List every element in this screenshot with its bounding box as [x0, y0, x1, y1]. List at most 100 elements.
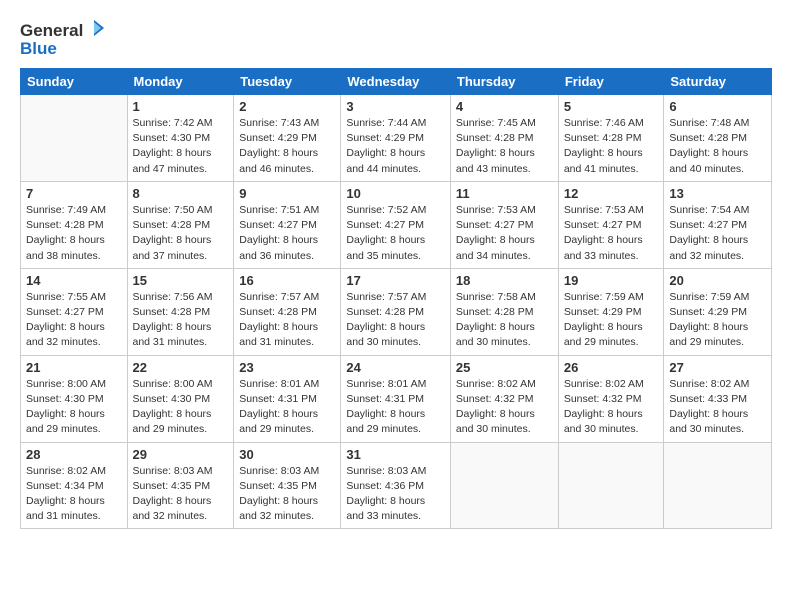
logo: General Blue: [20, 18, 110, 60]
day-number: 15: [133, 273, 229, 288]
day-number: 6: [669, 99, 766, 114]
calendar-day-cell: 5 Sunrise: 7:46 AM Sunset: 4:28 PM Daylig…: [558, 95, 664, 182]
day-info: Sunrise: 8:03 AM Sunset: 4:35 PM Dayligh…: [133, 464, 229, 525]
calendar-day-cell: 26 Sunrise: 8:02 AM Sunset: 4:32 PM Dayli…: [558, 355, 664, 442]
day-number: 18: [456, 273, 553, 288]
svg-text:General: General: [20, 21, 83, 40]
day-number: 17: [346, 273, 445, 288]
day-number: 20: [669, 273, 766, 288]
day-number: 22: [133, 360, 229, 375]
calendar-day-cell: 24 Sunrise: 8:01 AM Sunset: 4:31 PM Dayli…: [341, 355, 451, 442]
calendar-day-cell: 2 Sunrise: 7:43 AM Sunset: 4:29 PM Daylig…: [234, 95, 341, 182]
calendar-day-cell: 7 Sunrise: 7:49 AM Sunset: 4:28 PM Daylig…: [21, 181, 128, 268]
calendar-day-cell: 29 Sunrise: 8:03 AM Sunset: 4:35 PM Dayli…: [127, 442, 234, 529]
calendar-day-cell: 23 Sunrise: 8:01 AM Sunset: 4:31 PM Dayli…: [234, 355, 341, 442]
day-info: Sunrise: 8:01 AM Sunset: 4:31 PM Dayligh…: [239, 377, 335, 438]
calendar-day-cell: 30 Sunrise: 8:03 AM Sunset: 4:35 PM Dayli…: [234, 442, 341, 529]
calendar-day-cell: 21 Sunrise: 8:00 AM Sunset: 4:30 PM Dayli…: [21, 355, 128, 442]
day-number: 24: [346, 360, 445, 375]
day-info: Sunrise: 7:57 AM Sunset: 4:28 PM Dayligh…: [346, 290, 445, 351]
weekday-header: Wednesday: [341, 69, 451, 95]
day-number: 1: [133, 99, 229, 114]
calendar-day-cell: 11 Sunrise: 7:53 AM Sunset: 4:27 PM Dayli…: [450, 181, 558, 268]
calendar-day-cell: [450, 442, 558, 529]
day-info: Sunrise: 7:55 AM Sunset: 4:27 PM Dayligh…: [26, 290, 122, 351]
calendar-day-cell: 31Sunrise: 8:03 AM Sunset: 4:36 PM Dayli…: [341, 442, 451, 529]
calendar-week-row: 21 Sunrise: 8:00 AM Sunset: 4:30 PM Dayli…: [21, 355, 772, 442]
day-info: Sunrise: 8:01 AM Sunset: 4:31 PM Dayligh…: [346, 377, 445, 438]
day-number: 9: [239, 186, 335, 201]
day-info: Sunrise: 8:00 AM Sunset: 4:30 PM Dayligh…: [133, 377, 229, 438]
day-number: 5: [564, 99, 659, 114]
day-number: 29: [133, 447, 229, 462]
day-info: Sunrise: 7:53 AM Sunset: 4:27 PM Dayligh…: [564, 203, 659, 264]
calendar-week-row: 1 Sunrise: 7:42 AM Sunset: 4:30 PM Daylig…: [21, 95, 772, 182]
day-info: Sunrise: 7:43 AM Sunset: 4:29 PM Dayligh…: [239, 116, 335, 177]
calendar-day-cell: [21, 95, 128, 182]
calendar-day-cell: 13Sunrise: 7:54 AM Sunset: 4:27 PM Dayli…: [664, 181, 772, 268]
day-info: Sunrise: 7:53 AM Sunset: 4:27 PM Dayligh…: [456, 203, 553, 264]
calendar-day-cell: 25 Sunrise: 8:02 AM Sunset: 4:32 PM Dayli…: [450, 355, 558, 442]
day-number: 31: [346, 447, 445, 462]
day-info: Sunrise: 7:51 AM Sunset: 4:27 PM Dayligh…: [239, 203, 335, 264]
day-number: 27: [669, 360, 766, 375]
day-number: 12: [564, 186, 659, 201]
day-info: Sunrise: 7:50 AM Sunset: 4:28 PM Dayligh…: [133, 203, 229, 264]
calendar-day-cell: 15 Sunrise: 7:56 AM Sunset: 4:28 PM Dayli…: [127, 268, 234, 355]
calendar-day-cell: 10Sunrise: 7:52 AM Sunset: 4:27 PM Dayli…: [341, 181, 451, 268]
day-info: Sunrise: 8:03 AM Sunset: 4:35 PM Dayligh…: [239, 464, 335, 525]
day-info: Sunrise: 8:02 AM Sunset: 4:32 PM Dayligh…: [564, 377, 659, 438]
day-number: 4: [456, 99, 553, 114]
day-number: 21: [26, 360, 122, 375]
day-info: Sunrise: 7:49 AM Sunset: 4:28 PM Dayligh…: [26, 203, 122, 264]
calendar-day-cell: 6 Sunrise: 7:48 AM Sunset: 4:28 PM Daylig…: [664, 95, 772, 182]
calendar-day-cell: 22 Sunrise: 8:00 AM Sunset: 4:30 PM Dayli…: [127, 355, 234, 442]
calendar-day-cell: 19Sunrise: 7:59 AM Sunset: 4:29 PM Dayli…: [558, 268, 664, 355]
svg-text:Blue: Blue: [20, 39, 57, 58]
day-number: 13: [669, 186, 766, 201]
weekday-header: Friday: [558, 69, 664, 95]
day-number: 16: [239, 273, 335, 288]
calendar-day-cell: 14 Sunrise: 7:55 AM Sunset: 4:27 PM Dayli…: [21, 268, 128, 355]
day-info: Sunrise: 7:59 AM Sunset: 4:29 PM Dayligh…: [564, 290, 659, 351]
weekday-header: Tuesday: [234, 69, 341, 95]
day-info: Sunrise: 7:46 AM Sunset: 4:28 PM Dayligh…: [564, 116, 659, 177]
calendar-header-row: SundayMondayTuesdayWednesdayThursdayFrid…: [21, 69, 772, 95]
day-number: 11: [456, 186, 553, 201]
page-header: General Blue: [20, 18, 772, 60]
calendar-day-cell: 3Sunrise: 7:44 AM Sunset: 4:29 PM Daylig…: [341, 95, 451, 182]
calendar-day-cell: 8 Sunrise: 7:50 AM Sunset: 4:28 PM Daylig…: [127, 181, 234, 268]
day-info: Sunrise: 7:56 AM Sunset: 4:28 PM Dayligh…: [133, 290, 229, 351]
calendar-day-cell: 27 Sunrise: 8:02 AM Sunset: 4:33 PM Dayli…: [664, 355, 772, 442]
day-number: 30: [239, 447, 335, 462]
calendar-day-cell: 12 Sunrise: 7:53 AM Sunset: 4:27 PM Dayli…: [558, 181, 664, 268]
calendar-day-cell: 4 Sunrise: 7:45 AM Sunset: 4:28 PM Daylig…: [450, 95, 558, 182]
day-info: Sunrise: 7:48 AM Sunset: 4:28 PM Dayligh…: [669, 116, 766, 177]
day-info: Sunrise: 7:45 AM Sunset: 4:28 PM Dayligh…: [456, 116, 553, 177]
day-number: 14: [26, 273, 122, 288]
calendar-day-cell: 1 Sunrise: 7:42 AM Sunset: 4:30 PM Daylig…: [127, 95, 234, 182]
day-number: 26: [564, 360, 659, 375]
calendar-table: SundayMondayTuesdayWednesdayThursdayFrid…: [20, 68, 772, 529]
calendar-week-row: 14 Sunrise: 7:55 AM Sunset: 4:27 PM Dayli…: [21, 268, 772, 355]
calendar-week-row: 7 Sunrise: 7:49 AM Sunset: 4:28 PM Daylig…: [21, 181, 772, 268]
day-number: 28: [26, 447, 122, 462]
day-number: 2: [239, 99, 335, 114]
weekday-header: Monday: [127, 69, 234, 95]
day-number: 23: [239, 360, 335, 375]
calendar-day-cell: [558, 442, 664, 529]
day-info: Sunrise: 8:02 AM Sunset: 4:34 PM Dayligh…: [26, 464, 122, 525]
calendar-day-cell: 28 Sunrise: 8:02 AM Sunset: 4:34 PM Dayli…: [21, 442, 128, 529]
day-number: 8: [133, 186, 229, 201]
day-info: Sunrise: 8:02 AM Sunset: 4:33 PM Dayligh…: [669, 377, 766, 438]
day-number: 25: [456, 360, 553, 375]
day-info: Sunrise: 8:02 AM Sunset: 4:32 PM Dayligh…: [456, 377, 553, 438]
day-info: Sunrise: 7:57 AM Sunset: 4:28 PM Dayligh…: [239, 290, 335, 351]
weekday-header: Saturday: [664, 69, 772, 95]
weekday-header: Thursday: [450, 69, 558, 95]
calendar-day-cell: 16 Sunrise: 7:57 AM Sunset: 4:28 PM Dayli…: [234, 268, 341, 355]
day-number: 7: [26, 186, 122, 201]
day-info: Sunrise: 7:42 AM Sunset: 4:30 PM Dayligh…: [133, 116, 229, 177]
calendar-day-cell: 18Sunrise: 7:58 AM Sunset: 4:28 PM Dayli…: [450, 268, 558, 355]
day-info: Sunrise: 8:00 AM Sunset: 4:30 PM Dayligh…: [26, 377, 122, 438]
